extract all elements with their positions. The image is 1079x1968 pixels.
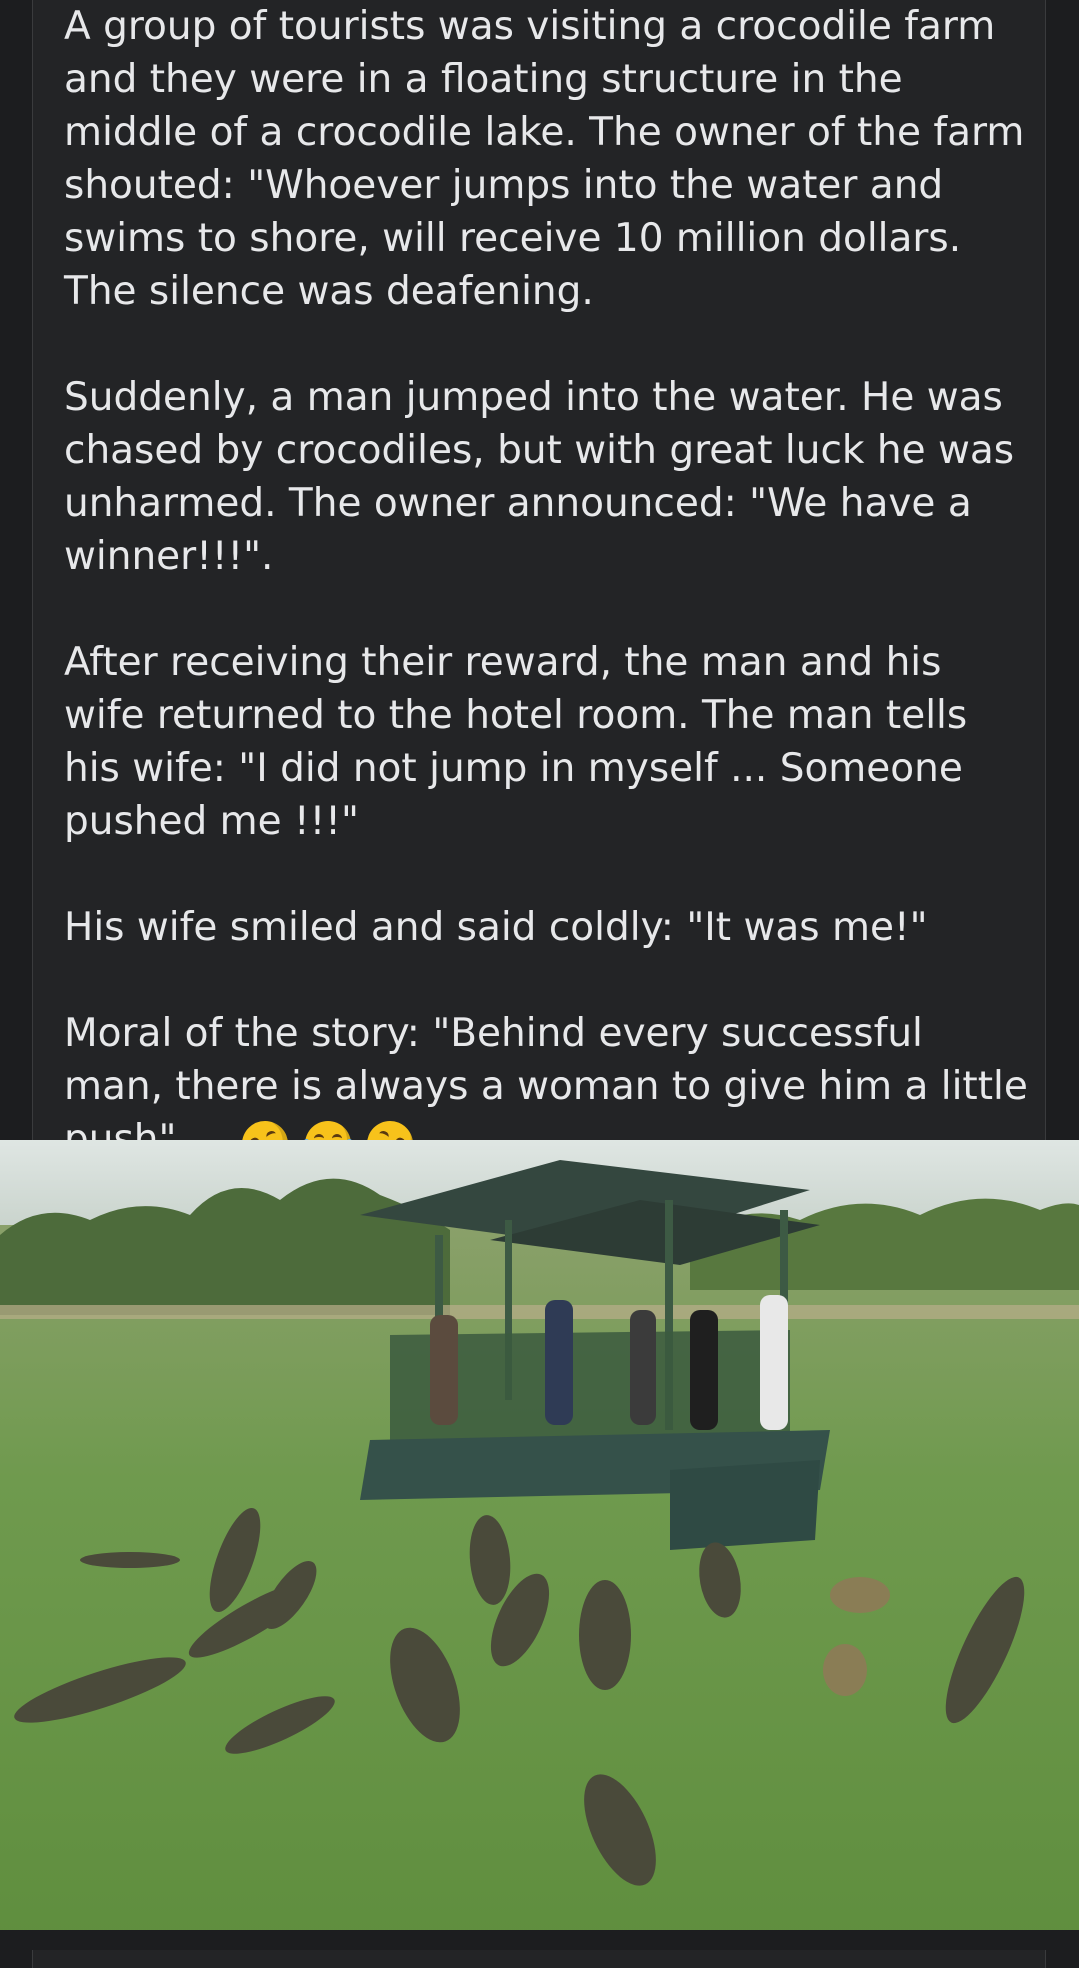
crocodile-lake-photo <box>0 1140 1079 1950</box>
post-photo[interactable] <box>0 1140 1079 1950</box>
post-paragraph-2: Suddenly, a man jumped into the water. H… <box>64 375 1015 579</box>
post-paragraph-3: After receiving their reward, the man an… <box>64 640 968 844</box>
post-paragraph-1: A group of tourists was visiting a croco… <box>64 4 1025 314</box>
post-body: A group of tourists was visiting a croco… <box>64 0 1034 1174</box>
post-paragraph-4: His wife smiled and said coldly: "It was… <box>64 905 928 950</box>
